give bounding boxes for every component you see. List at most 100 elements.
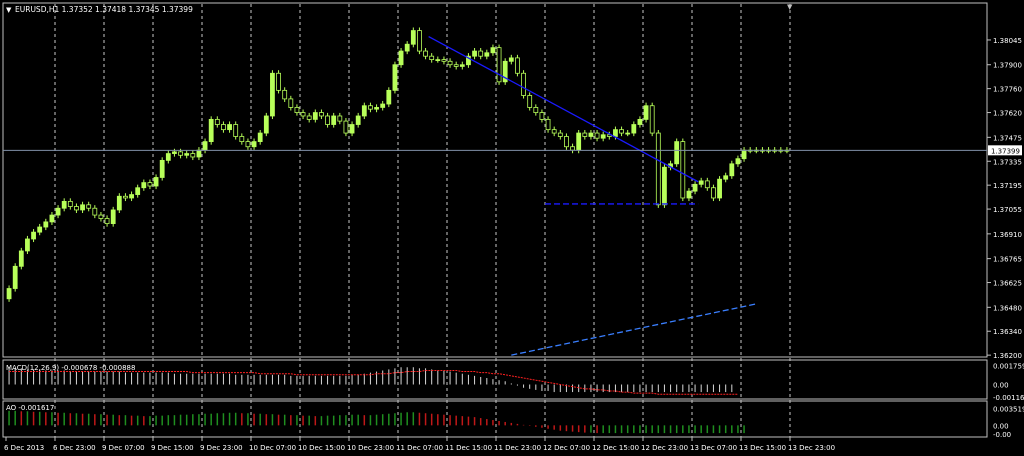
candle-bearish	[619, 129, 624, 134]
time-tick-label: 12 Dec 15:00	[592, 444, 639, 452]
price-tick-label: 1.37195	[993, 182, 1022, 190]
ao-tick-label: -0.00	[993, 431, 1011, 439]
candle-bullish	[6, 288, 12, 300]
time-tick-label: 9 Dec 15:00	[151, 444, 194, 452]
candle-bearish	[417, 30, 422, 52]
candle-bullish	[202, 141, 208, 151]
candle-bullish	[600, 134, 606, 139]
candle-bullish	[643, 105, 649, 120]
candle-bullish	[116, 195, 122, 211]
candle-bullish	[110, 209, 116, 225]
price-tick-label: 1.37475	[993, 134, 1022, 142]
candle-bearish	[319, 112, 324, 117]
price-tick-label: 1.37760	[993, 86, 1022, 94]
candle-bullish	[686, 190, 692, 199]
candle-bullish	[135, 187, 141, 195]
time-tick-label: 12 Dec 07:00	[543, 444, 590, 452]
time-tick-label: 13 Dec 15:00	[739, 444, 786, 452]
candle-bullish	[331, 115, 337, 125]
candle-bullish	[613, 129, 618, 137]
candle-bullish	[410, 30, 416, 45]
candle-bullish	[729, 163, 735, 177]
candle-bullish	[361, 105, 367, 117]
candle-bullish	[184, 153, 190, 156]
triangle-down-icon[interactable]: ▼	[6, 6, 12, 14]
candle-bearish	[551, 129, 557, 134]
candle-bearish	[582, 132, 588, 137]
time-tick-label: 13 Dec 07:00	[690, 444, 737, 452]
candle-bullish	[392, 64, 398, 91]
candle-bearish	[453, 64, 459, 67]
mt4-chart-window[interactable]: ▼ EURUSD,H1 1.37352 1.37418 1.37345 1.37…	[0, 0, 1024, 456]
candle-bullish	[355, 115, 361, 125]
candle-bearish	[178, 151, 183, 156]
candle-bullish	[459, 64, 465, 67]
time-tick-label: 6 Dec 23:00	[53, 444, 96, 452]
candle-bullish	[312, 112, 318, 120]
candle-bearish	[300, 112, 306, 117]
candle-bullish	[31, 231, 36, 240]
candle-bullish	[349, 124, 355, 134]
candle-bullish	[398, 50, 404, 66]
price-tick-label: 1.36480	[993, 304, 1022, 312]
candle-bullish	[674, 141, 680, 165]
candle-bullish	[18, 250, 24, 267]
candle-bearish	[570, 146, 575, 151]
candle-bullish	[692, 183, 698, 192]
candle-bullish	[25, 238, 30, 252]
candle-bearish	[429, 55, 435, 61]
time-tick-label: 10 Dec 07:00	[249, 444, 296, 452]
candle-bearish	[649, 105, 655, 134]
candle-bullish	[576, 132, 582, 151]
price-tick-label: 1.36765	[993, 256, 1022, 264]
candle-bullish	[631, 124, 637, 134]
candle-bullish	[741, 149, 747, 160]
candle-bullish	[490, 47, 496, 54]
candle-bullish	[380, 103, 386, 108]
candle-bearish	[423, 50, 428, 57]
candle-bearish	[564, 136, 569, 148]
candle-bearish	[104, 218, 110, 225]
time-tick-label: 10 Dec 23:00	[347, 444, 394, 452]
candle-bullish	[37, 226, 43, 233]
candle-bearish	[515, 57, 520, 74]
candle-bullish	[172, 151, 177, 154]
candle-bullish	[625, 132, 631, 135]
candle-bullish	[735, 158, 741, 165]
candle-bearish	[214, 118, 220, 125]
time-tick-label: 10 Dec 15:00	[298, 444, 345, 452]
candle-bullish	[43, 221, 49, 228]
candle-bearish	[67, 200, 73, 207]
price-tick-label: 1.37620	[993, 110, 1022, 118]
candle-bearish	[233, 124, 239, 137]
candle-bearish	[74, 206, 79, 211]
ao-label: AO -0.001617	[6, 404, 54, 412]
macd-tick-label: 0.001759	[993, 363, 1024, 371]
candle-bullish	[508, 57, 514, 62]
candle-bullish	[472, 50, 477, 57]
candle-bullish	[153, 177, 159, 187]
time-tick-label: 11 Dec 07:00	[396, 444, 443, 452]
candle-bullish	[662, 166, 667, 206]
candle-bearish	[447, 60, 453, 66]
candle-bearish	[496, 47, 502, 83]
candle-bearish	[190, 153, 196, 158]
candle-bullish	[80, 204, 85, 211]
candle-bearish	[527, 95, 533, 108]
candle-bearish	[594, 132, 600, 139]
candle-bearish	[123, 195, 128, 199]
candle-bullish	[12, 265, 18, 289]
candle-bearish	[147, 182, 153, 187]
chart-background	[0, 0, 1024, 456]
price-tick-label: 1.36625	[993, 280, 1022, 288]
time-tick-label: 11 Dec 15:00	[445, 444, 492, 452]
candle-bullish	[386, 89, 392, 105]
candle-bullish	[637, 118, 643, 125]
shift-marker-icon[interactable]: ▼	[787, 3, 793, 11]
current-price-value: 1.37399	[991, 147, 1020, 155]
candle-bullish	[435, 59, 441, 62]
candle-bullish	[208, 118, 214, 143]
candle-bullish	[257, 132, 263, 143]
time-tick-label: 12 Dec 23:00	[641, 444, 688, 452]
candle-bullish	[263, 115, 269, 134]
